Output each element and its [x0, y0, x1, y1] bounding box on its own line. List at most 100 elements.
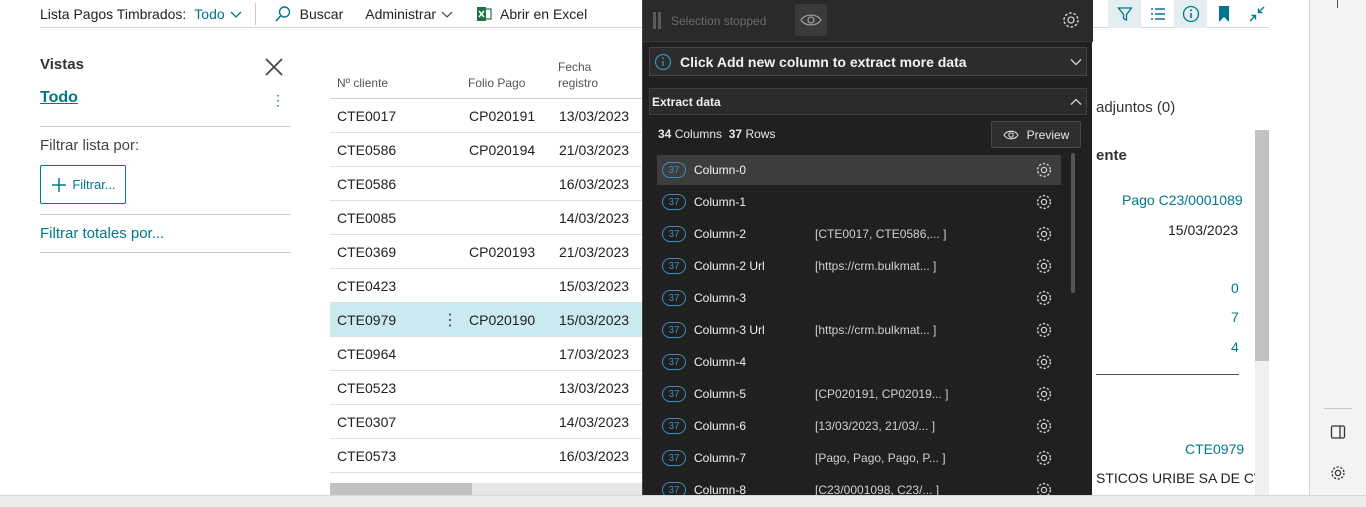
table-row[interactable]: CTE0586 CP020194 21/03/2023: [330, 133, 642, 167]
filter-totals-link[interactable]: Filtrar totales por...: [40, 225, 164, 242]
row-actions-icon[interactable]: ⋮: [442, 310, 458, 330]
column-name: Column-0: [694, 163, 747, 177]
page-title: Lista Pagos Timbrados:: [40, 5, 187, 22]
collapse-icon: [1249, 6, 1264, 22]
gear-icon[interactable]: [1035, 289, 1053, 307]
rows-label: Rows: [745, 127, 776, 141]
page-tools: [1108, 0, 1273, 28]
column-list-scrollbar[interactable]: [1071, 153, 1075, 293]
column-preview: [13/03/2023, 21/03/... ]: [815, 419, 936, 433]
gear-icon[interactable]: [1035, 353, 1053, 371]
close-views-button[interactable]: [262, 55, 286, 79]
detail-scrollbar-thumb[interactable]: [1255, 130, 1269, 361]
attachments-tab[interactable]: adjuntos (0): [1096, 99, 1175, 116]
count-value[interactable]: 4: [1231, 339, 1239, 355]
column-item[interactable]: 37 Column-3 Url [https://crm.bulkmat... …: [657, 315, 1061, 345]
gear-icon[interactable]: [1035, 225, 1053, 243]
preview-button[interactable]: Preview: [991, 121, 1081, 148]
column-item[interactable]: 37 Column-2 [CTE0017, CTE0586,... ]: [657, 219, 1061, 249]
view-more-icon[interactable]: ⋮: [271, 92, 285, 109]
gear-icon[interactable]: [1035, 321, 1053, 339]
cell-fecha: 16/03/2023: [559, 175, 630, 192]
chevron-up-icon: [1070, 98, 1082, 105]
chevron-down-icon: [230, 11, 242, 18]
add-column-hint[interactable]: Click Add new column to extract more dat…: [649, 47, 1087, 76]
collapse-button[interactable]: [1240, 0, 1273, 28]
gear-icon[interactable]: [1035, 257, 1053, 275]
view-selector[interactable]: Todo: [194, 6, 242, 22]
settings-button[interactable]: [1329, 464, 1347, 485]
details-heading: ente: [1096, 147, 1127, 164]
count-value[interactable]: 7: [1231, 309, 1239, 325]
column-item[interactable]: 37 Column-2 Url [https://crm.bulkmat... …: [657, 251, 1061, 281]
payment-link[interactable]: Pago C23/0001089: [1122, 192, 1243, 208]
column-header-cliente[interactable]: Nº cliente: [337, 76, 388, 90]
column-name: Column-3 Url: [694, 323, 765, 337]
cell-fecha: 17/03/2023: [559, 345, 630, 362]
gear-icon[interactable]: [1035, 449, 1053, 467]
extract-data-section[interactable]: Extract data: [649, 88, 1087, 115]
table-row[interactable]: CTE0369 CP020193 21/03/2023: [330, 235, 642, 269]
table-row[interactable]: CTE0523 13/03/2023: [330, 371, 642, 405]
toggle-visibility-button[interactable]: [795, 4, 827, 36]
table-row[interactable]: CTE0964 17/03/2023: [330, 337, 642, 371]
filter-totals-divider: [40, 252, 290, 253]
column-item[interactable]: 37 Column-0: [657, 155, 1061, 185]
column-item[interactable]: 37 Column-4: [657, 347, 1061, 377]
open-in-excel-button[interactable]: Abrir en Excel: [476, 6, 587, 22]
table-row[interactable]: CTE0423 15/03/2023: [330, 269, 642, 303]
cell-folio: CP020191: [469, 107, 536, 124]
rail-marker: [1337, 0, 1338, 8]
gear-icon[interactable]: [1035, 193, 1053, 211]
extract-data-title: Extract data: [652, 94, 721, 109]
column-name: Column-1: [694, 195, 747, 209]
column-item[interactable]: 37 Column-3: [657, 283, 1061, 313]
customer-link[interactable]: CTE0979: [1185, 441, 1244, 457]
plus-icon: [52, 177, 67, 192]
column-item[interactable]: 37 Column-6 [13/03/2023, 21/03/... ]: [657, 411, 1061, 441]
gear-icon[interactable]: [1035, 385, 1053, 403]
add-filter-button[interactable]: Filtrar...: [40, 165, 126, 204]
column-header-folio[interactable]: Folio Pago: [468, 76, 525, 90]
extraction-settings-button[interactable]: [1061, 10, 1081, 33]
filter-pane-button[interactable]: [1108, 0, 1141, 28]
selection-status: Selection stopped: [653, 12, 766, 29]
column-preview: [https://crm.bulkmat... ]: [815, 259, 937, 273]
bookmark-button[interactable]: [1207, 0, 1240, 28]
cell-cliente: CTE0423: [337, 277, 397, 294]
preview-label: Preview: [1026, 127, 1070, 142]
column-item[interactable]: 37 Column-5 [CP020191, CP02019... ]: [657, 379, 1061, 409]
count-value[interactable]: 0: [1231, 280, 1239, 296]
toolbar-divider: [254, 2, 256, 25]
search-button[interactable]: Buscar: [274, 5, 343, 23]
manage-label: Administrar: [365, 5, 437, 22]
table-row[interactable]: CTE0586 16/03/2023: [330, 167, 642, 201]
column-item[interactable]: 37 Column-8 [C23/0001098, C23/... ]: [657, 475, 1061, 495]
bookmark-icon: [1218, 6, 1229, 22]
row-count-badge: 37: [662, 194, 686, 210]
pane-toggle-button[interactable]: [1330, 424, 1346, 443]
table-row[interactable]: CTE0017 CP020191 13/03/2023: [330, 99, 642, 133]
gear-icon[interactable]: [1035, 161, 1053, 179]
gear-icon[interactable]: [1035, 481, 1053, 495]
list-view-button[interactable]: [1141, 0, 1174, 28]
detail-scroll-track[interactable]: [1255, 361, 1269, 495]
view-item-todo[interactable]: Todo: [40, 89, 78, 107]
table-row[interactable]: CTE0085 14/03/2023: [330, 201, 642, 235]
eye-icon: [800, 14, 822, 26]
manage-menu[interactable]: Administrar: [365, 6, 454, 22]
column-header-fecha[interactable]: Fecha: [558, 60, 591, 74]
cell-cliente: CTE0964: [337, 345, 397, 362]
row-count-badge: 37: [662, 450, 686, 466]
table-row[interactable]: CTE0307 14/03/2023: [330, 405, 642, 439]
column-item[interactable]: 37 Column-1: [657, 187, 1061, 217]
info-pane-button[interactable]: [1174, 0, 1207, 28]
gear-icon[interactable]: [1035, 417, 1053, 435]
cell-cliente: CTE0979: [337, 311, 397, 328]
column-item[interactable]: 37 Column-7 [Pago, Pago, Pago, P... ]: [657, 443, 1061, 473]
info-icon: [1182, 5, 1199, 23]
table-row[interactable]: CTE0573 16/03/2023: [330, 439, 642, 473]
extraction-summary: 34 Columns 37 Rows: [658, 127, 775, 141]
table-row-selected[interactable]: CTE0979 ⋮ CP020190 15/03/2023: [330, 303, 642, 337]
row-count-badge: 37: [662, 354, 686, 370]
